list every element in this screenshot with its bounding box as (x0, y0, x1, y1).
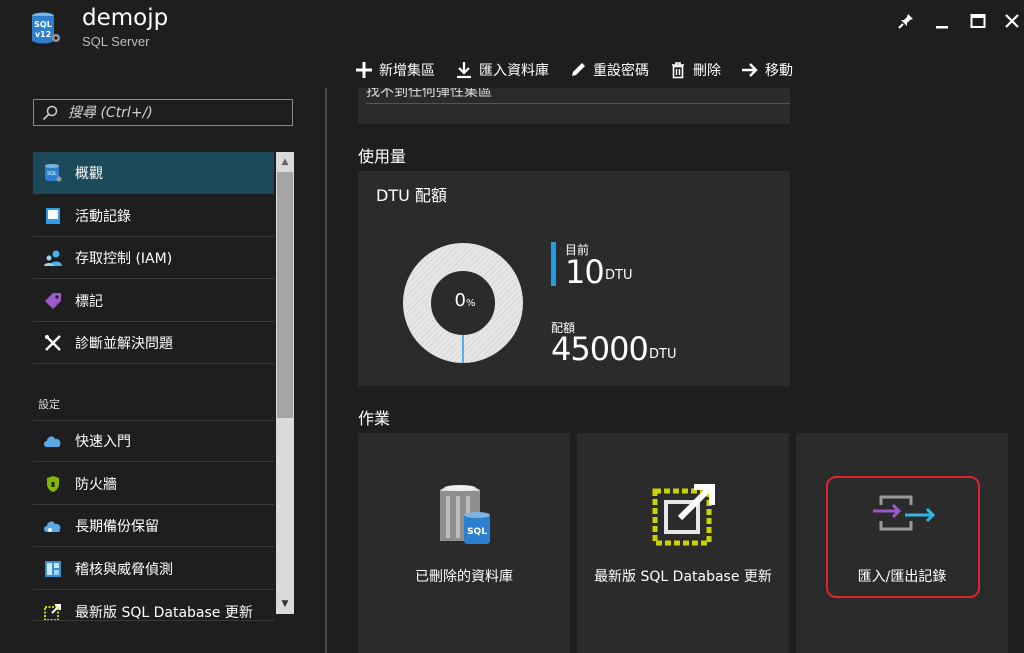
tag-icon (43, 291, 63, 311)
current-value: 10 (565, 253, 605, 291)
move-button[interactable]: 移動 (741, 60, 793, 80)
deleted-db-icon: SQL (440, 485, 490, 544)
nav-item-diagnose[interactable]: 診斷並解決問題 (33, 322, 274, 364)
scroll-up-icon[interactable]: ▲ (276, 152, 294, 172)
pencil-icon (572, 63, 585, 76)
elastic-pool-tile[interactable]: 找不到任何彈性集區 (358, 88, 790, 124)
pin-icon[interactable] (893, 8, 919, 34)
minimize-icon[interactable] (929, 8, 955, 34)
cloud-icon (43, 431, 63, 451)
elastic-pool-empty-text: 找不到任何彈性集區 (366, 88, 492, 100)
nav-label: 快速入門 (75, 434, 131, 450)
plus-icon (356, 62, 372, 78)
update-icon (43, 602, 63, 620)
sql-icon: SQL (43, 163, 63, 183)
nav-label: 活動記錄 (75, 208, 131, 225)
nav-item-quick-start[interactable]: 快速入門 (33, 420, 274, 462)
svg-text:SQL: SQL (34, 20, 52, 29)
nav-item-long-term-backup[interactable]: 長期備份保留 (33, 505, 274, 547)
scroll-down-icon[interactable]: ▼ (276, 594, 294, 614)
settings-section-label: 設定 (38, 398, 60, 411)
delete-button[interactable]: 刪除 (669, 60, 721, 80)
import-database-label: 匯入資料庫 (479, 63, 549, 79)
nav-label: 存取控制 (IAM) (75, 250, 173, 267)
add-pool-button[interactable]: 新增集區 (355, 60, 435, 80)
quota-unit: DTU (649, 347, 677, 362)
svg-text:v12: v12 (35, 30, 51, 39)
nav-label: 最新版 SQL Database 更新 (75, 605, 253, 621)
reset-password-label: 重設密碼 (593, 63, 649, 79)
upgrade-icon (652, 484, 715, 546)
page-subtitle: SQL Server (82, 34, 150, 49)
operations-section-title: 作業 (358, 409, 391, 428)
command-bar: 新增集區 匯入資料庫 重設密碼 刪除 移動 (355, 58, 793, 82)
latest-update-label: 最新版 SQL Database 更新 (594, 569, 772, 585)
trash-icon (672, 62, 684, 79)
nav-label: 概觀 (75, 165, 103, 182)
search-box[interactable] (33, 99, 293, 126)
nav-item-latest-update[interactable]: 最新版 SQL Database 更新 (33, 591, 274, 621)
usage-percent-value: 0 (454, 290, 466, 311)
shield-icon (43, 474, 63, 494)
nav-label: 長期備份保留 (75, 518, 159, 535)
log-icon (43, 206, 63, 226)
nav-item-tags[interactable]: 標記 (33, 280, 274, 322)
add-pool-label: 新增集區 (379, 63, 435, 79)
arrow-right-icon (742, 63, 758, 77)
tools-icon (43, 333, 63, 353)
usage-percent: 0% (440, 290, 490, 311)
cloud-backup-icon (43, 516, 63, 536)
nav-item-overview[interactable]: SQL 概觀 (33, 152, 274, 194)
maximize-icon[interactable] (965, 8, 991, 34)
scrollbar-thumb[interactable] (277, 172, 293, 418)
move-label: 移動 (765, 63, 793, 79)
search-input[interactable] (66, 103, 270, 122)
nav-item-auditing[interactable]: 稽核與威脅偵測 (33, 548, 274, 590)
nav-item-firewall[interactable]: 防火牆 (33, 463, 274, 505)
svg-text:SQL: SQL (467, 527, 487, 537)
dtu-tile-title: DTU 配額 (376, 186, 447, 205)
audit-icon (43, 559, 63, 579)
current-unit: DTU (605, 268, 633, 283)
nav-item-iam[interactable]: 存取控制 (IAM) (33, 237, 274, 279)
search-icon (42, 105, 58, 120)
nav-item-activity-log[interactable]: 活動記錄 (33, 195, 274, 237)
reset-password-button[interactable]: 重設密碼 (569, 60, 649, 80)
deleted-databases-label: 已刪除的資料庫 (415, 569, 513, 585)
nav-label: 診斷並解決問題 (75, 335, 173, 352)
highlight-box (826, 476, 980, 598)
close-icon[interactable] (999, 8, 1024, 34)
users-icon (43, 248, 63, 268)
sql-server-icon: SQL v12 (32, 12, 60, 44)
current-indicator (551, 242, 556, 286)
nav-label: 稽核與威脅偵測 (75, 561, 173, 578)
page-title: demojp (82, 5, 169, 31)
svg-text:SQL: SQL (47, 171, 57, 177)
divider (366, 103, 790, 104)
import-database-button[interactable]: 匯入資料庫 (455, 60, 549, 80)
quota-value: 45000 (551, 330, 649, 368)
download-icon (457, 62, 471, 79)
delete-label: 刪除 (693, 63, 721, 79)
nav-label: 標記 (75, 293, 103, 310)
usage-percent-unit: % (465, 298, 476, 309)
nav-label: 防火牆 (75, 476, 117, 493)
usage-section-title: 使用量 (358, 147, 407, 166)
